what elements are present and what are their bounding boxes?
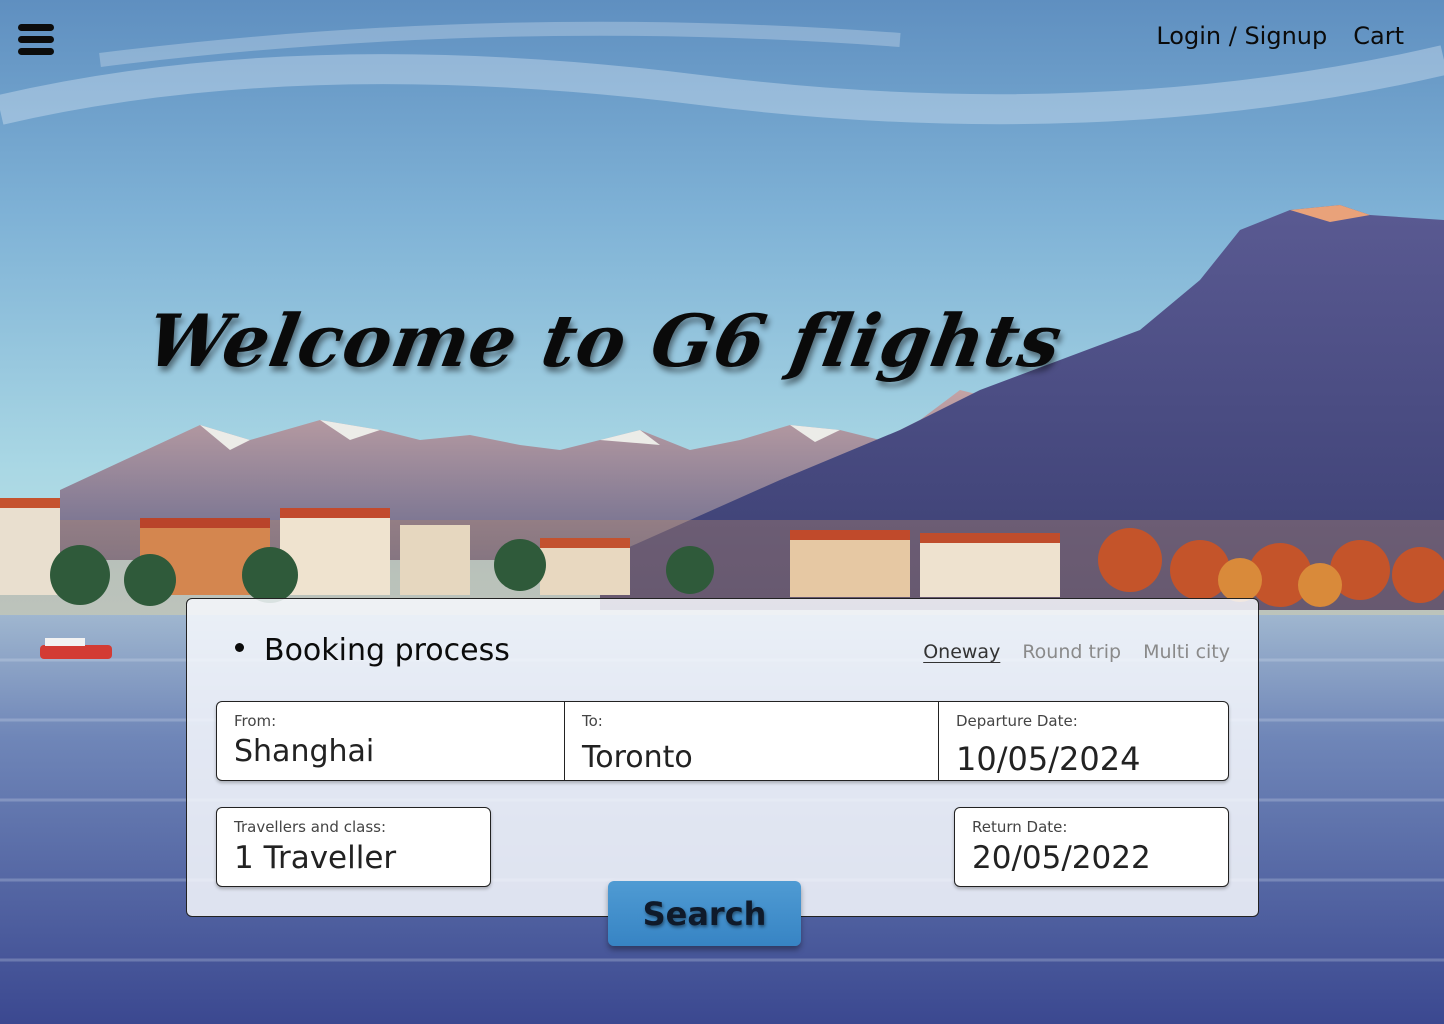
to-field[interactable]: To: Toronto bbox=[564, 702, 938, 780]
departure-date-value[interactable]: 10/05/2024 bbox=[956, 740, 1211, 778]
login-signup-link[interactable]: Login / Signup bbox=[1156, 22, 1327, 50]
menu-bar bbox=[18, 24, 54, 31]
trip-type-tabs: Oneway Round trip Multi city bbox=[923, 641, 1230, 663]
menu-bar bbox=[18, 36, 54, 43]
travellers-label: Travellers and class: bbox=[234, 818, 387, 836]
tab-oneway[interactable]: Oneway bbox=[923, 641, 1000, 663]
return-date-value[interactable]: 20/05/2022 bbox=[972, 840, 1211, 876]
booking-card: Booking process Oneway Round trip Multi … bbox=[186, 598, 1259, 917]
booking-heading-text: Booking process bbox=[264, 633, 510, 668]
from-field[interactable]: From: Shanghai bbox=[217, 702, 564, 780]
search-button[interactable]: Search bbox=[608, 881, 801, 946]
to-value[interactable]: Toronto bbox=[582, 740, 921, 775]
cart-link[interactable]: Cart bbox=[1353, 22, 1404, 50]
tab-round-trip[interactable]: Round trip bbox=[1022, 641, 1121, 663]
bullet-icon bbox=[235, 643, 244, 652]
departure-date-field[interactable]: Departure Date: 10/05/2024 bbox=[938, 702, 1228, 780]
from-value[interactable]: Shanghai bbox=[234, 734, 547, 769]
top-nav: Login / Signup Cart bbox=[1156, 22, 1404, 50]
from-label: From: bbox=[234, 712, 277, 730]
menu-bar bbox=[18, 48, 54, 55]
hero-title: Welcome to G6 flights bbox=[140, 298, 1069, 383]
route-fields: From: Shanghai To: Toronto Departure Dat… bbox=[216, 701, 1229, 781]
travellers-value[interactable]: 1 Traveller bbox=[234, 840, 473, 876]
departure-date-label: Departure Date: bbox=[956, 712, 1078, 730]
travellers-class-field[interactable]: Travellers and class: 1 Traveller bbox=[216, 807, 491, 887]
tab-multi-city[interactable]: Multi city bbox=[1143, 641, 1230, 663]
to-label: To: bbox=[582, 712, 603, 730]
return-date-label: Return Date: bbox=[972, 818, 1068, 836]
return-date-field[interactable]: Return Date: 20/05/2022 bbox=[954, 807, 1229, 887]
booking-heading: Booking process bbox=[235, 633, 510, 668]
hamburger-menu-icon[interactable] bbox=[18, 24, 54, 56]
